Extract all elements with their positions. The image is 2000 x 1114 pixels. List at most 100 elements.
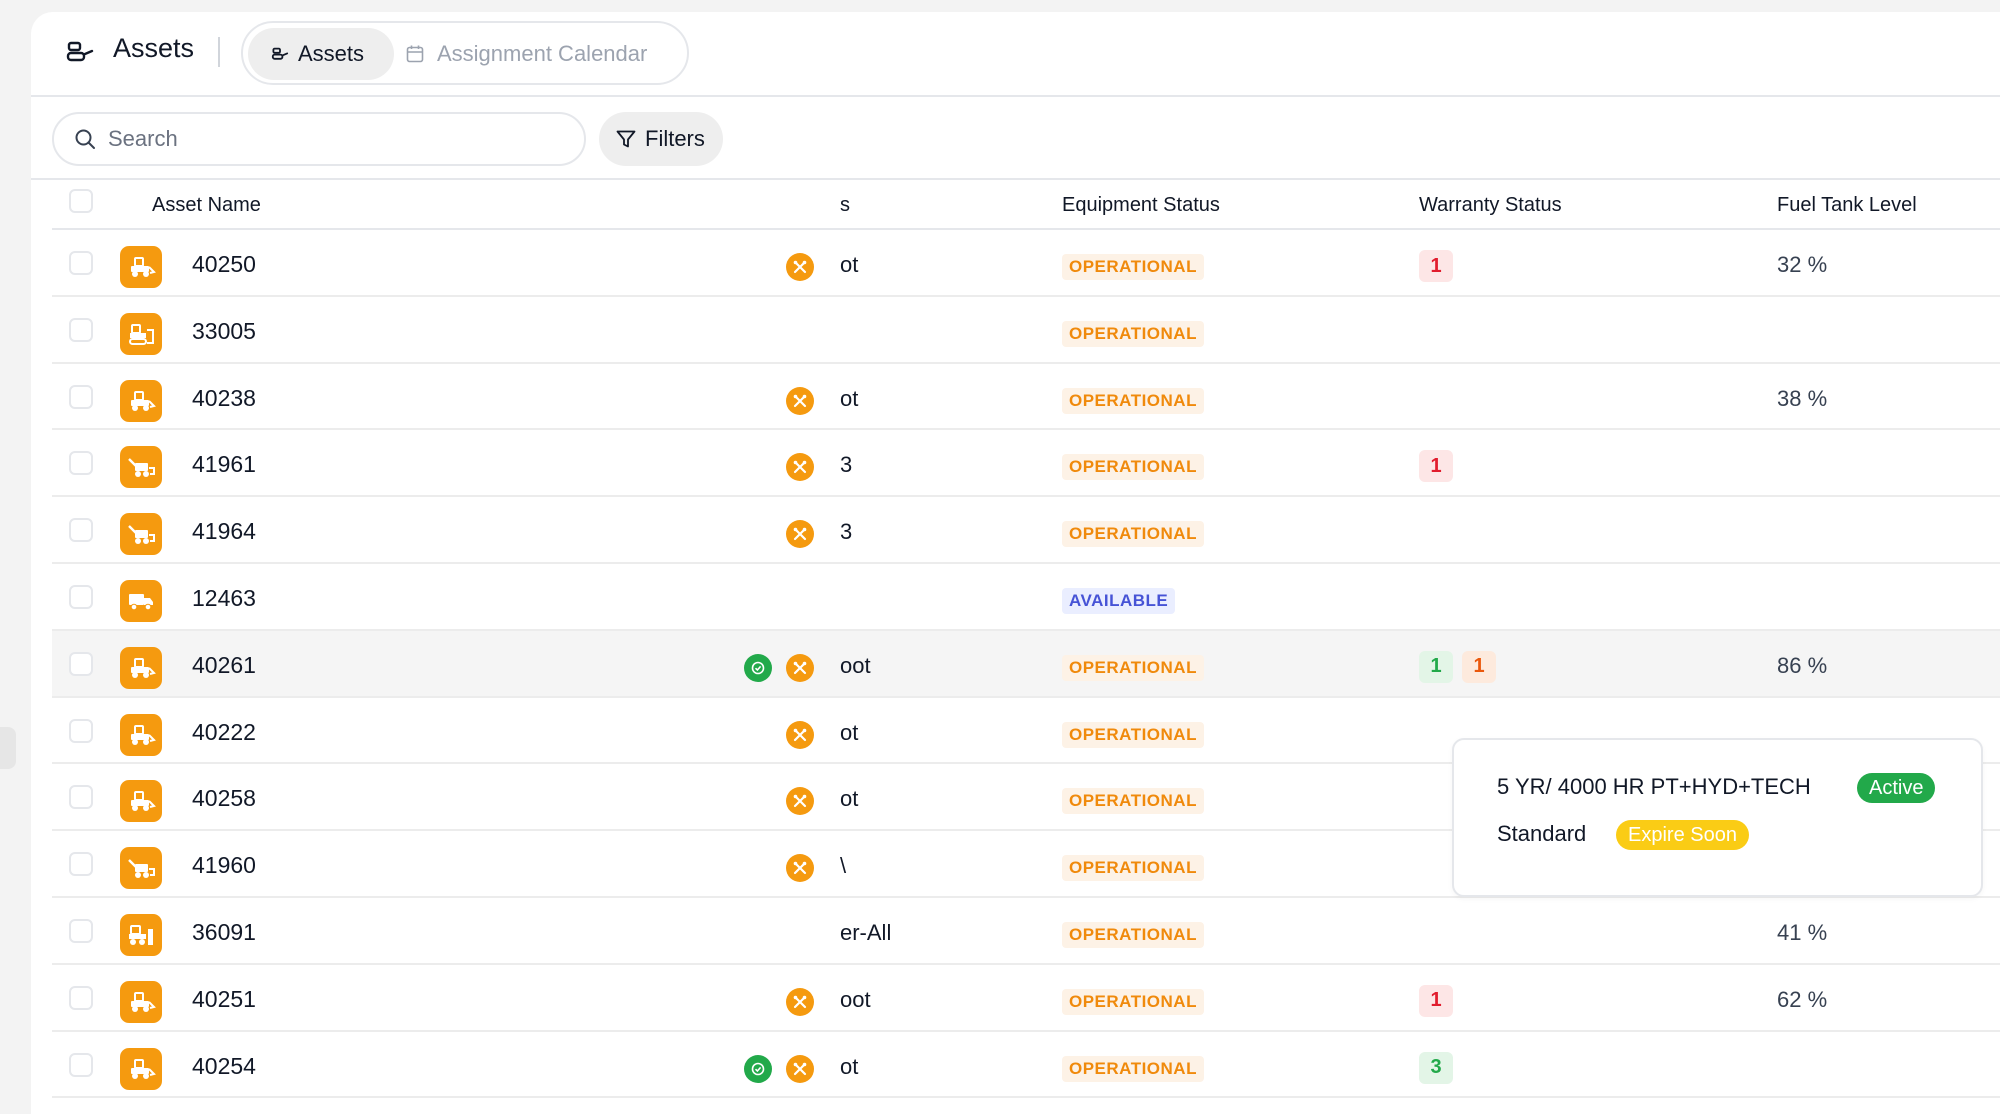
row-checkbox[interactable] [69,651,93,676]
col-equipment-status[interactable]: Equipment Status [1062,194,1220,217]
row-checkbox[interactable] [69,251,93,275]
col-partial[interactable]: s [840,194,850,217]
assets-tab-icon [271,47,289,60]
filters-label: Filters [645,126,705,151]
asset-name[interactable]: 40254 [192,1053,256,1080]
check-circle-icon [744,1054,772,1083]
table-row[interactable]: 40250 ot OPERATIONAL 1 32 % [52,230,2000,297]
row-checkbox[interactable] [69,1052,93,1077]
equipment-status-badge: OPERATIONAL [1062,654,1204,681]
row-checkbox[interactable] [69,918,93,943]
row-checkbox[interactable] [69,985,93,1010]
wrench-icon [786,854,814,883]
equipment-status-badge: AVAILABLE [1062,587,1176,614]
row-checkbox[interactable] [69,451,93,476]
row-checkbox[interactable] [69,317,93,342]
fuel-level-value: 38 % [1777,385,1828,411]
asset-name[interactable]: 41960 [192,852,256,879]
partial-cell: \ [840,853,847,879]
partial-cell: er-All [840,919,892,945]
warranty-count-badge[interactable]: 1 [1419,984,1453,1017]
select-all-checkbox[interactable] [69,189,93,213]
warranty-count-badge[interactable]: 1 [1419,650,1453,683]
asset-name[interactable]: 36091 [192,919,256,946]
warranty-item-name: Standard [1497,821,1587,846]
asset-name[interactable]: 40250 [192,251,256,278]
equipment-status-badge: OPERATIONAL [1062,721,1204,748]
row-checkbox[interactable] [69,584,93,609]
asset-name[interactable]: 40238 [192,385,256,412]
side-panel-handle[interactable] [0,727,16,769]
row-checkbox[interactable] [69,384,93,409]
table-row[interactable]: 40261 oot OPERATIONAL 1 1 86 % [52,630,2000,698]
wrench-icon [786,653,814,682]
tab-assets[interactable]: Assets [248,28,394,80]
page-title: Assets [113,33,195,63]
table-header: Asset Name s Equipment Status Warranty S… [52,180,2000,230]
table-row[interactable]: 33005 OPERATIONAL [52,297,2000,364]
col-warranty-status[interactable]: Warranty Status [1419,194,1562,217]
bulldozer-icon [120,312,162,355]
search-box[interactable] [52,112,586,166]
table-row[interactable]: 40254 ot OPERATIONAL 3 [52,1032,2000,1099]
paver-icon [120,513,162,556]
equipment-status-badge: OPERATIONAL [1062,921,1204,948]
equipment-status-badge: OPERATIONAL [1062,1055,1204,1082]
fuel-level-value: 86 % [1777,652,1828,678]
search-icon [75,129,95,149]
table-row[interactable]: 36091 er-All OPERATIONAL 41 % [52,898,2000,965]
search-input[interactable] [108,126,528,152]
table-body: 40250 ot OPERATIONAL 1 32 % 33005 OPERATIONAL 4… [52,230,2000,1099]
col-asset-name[interactable]: Asset Name [152,194,261,217]
warranty-count-badge[interactable]: 1 [1419,250,1453,282]
dozer-icon [120,913,162,956]
asset-name[interactable]: 40222 [192,719,256,746]
partial-cell: 3 [840,452,853,478]
table-row[interactable]: 40238 ot OPERATIONAL 38 % [52,364,2000,431]
warranty-active-badge: Active [1857,773,1936,803]
partial-cell: ot [840,719,859,745]
asset-name[interactable]: 12463 [192,585,256,612]
equipment-status-badge: OPERATIONAL [1062,320,1204,347]
partial-cell: ot [840,1053,859,1079]
table-row[interactable]: 41964 3 OPERATIONAL [52,497,2000,564]
asset-name[interactable]: 41964 [192,518,256,545]
partial-cell: oot [840,652,871,678]
partial-cell: ot [840,786,859,812]
warranty-count-badge[interactable]: 3 [1419,1051,1453,1084]
view-tabs: Assets Assignment Calendar [241,21,689,85]
col-fuel-tank-level[interactable]: Fuel Tank Level [1777,194,1917,217]
filters-button[interactable]: Filters [599,112,723,166]
tab-assignment-calendar[interactable]: Assignment Calendar [405,28,675,80]
partial-cell: ot [840,252,859,277]
app-window: Assets Assets Assignment Calendar Search… [31,12,2000,1114]
equipment-status-badge: OPERATIONAL [1062,254,1204,280]
fuel-level-value: 32 % [1777,252,1828,277]
asset-name[interactable]: 33005 [192,318,256,345]
asset-name[interactable]: 41961 [192,451,256,478]
wrench-icon [786,720,814,749]
table-row[interactable]: 12463 AVAILABLE [52,564,2000,631]
row-checkbox[interactable] [69,518,93,543]
tab-calendar-label: Assignment Calendar [437,41,648,66]
paver-icon [120,847,162,890]
asset-name[interactable]: 40251 [192,986,256,1013]
loader-icon [120,246,162,288]
warranty-count-badge[interactable]: 1 [1419,450,1453,483]
row-checkbox[interactable] [69,852,93,877]
row-checkbox[interactable] [69,718,93,743]
partial-cell: ot [840,385,859,411]
equipment-status-badge: OPERATIONAL [1062,454,1204,481]
asset-name[interactable]: 40258 [192,785,256,812]
wrench-icon [786,453,814,482]
wrench-icon [786,1054,814,1083]
table-row[interactable]: 40251 oot OPERATIONAL 1 62 % [52,965,2000,1032]
assets-table: Asset Name s Equipment Status Warranty S… [52,180,2000,1099]
wrench-icon [786,253,814,281]
loader-icon [120,379,162,422]
row-checkbox[interactable] [69,785,93,810]
equipment-status-badge: OPERATIONAL [1062,387,1204,414]
table-row[interactable]: 41961 3 OPERATIONAL 1 [52,430,2000,498]
warranty-count-badge[interactable]: 1 [1462,650,1496,683]
asset-name[interactable]: 40261 [192,652,256,679]
